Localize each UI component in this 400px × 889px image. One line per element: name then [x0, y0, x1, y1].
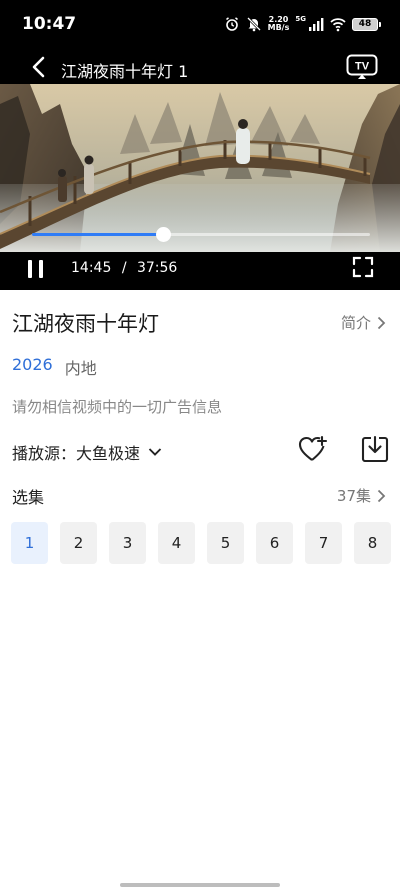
episodes-count-link[interactable]: 37集 [337, 485, 386, 506]
source-label: 播放源： [12, 444, 77, 463]
chevron-right-icon [377, 489, 386, 502]
status-time: 10:47 [22, 14, 77, 34]
status-icons: 2.20 MB/s 5G 48 [224, 14, 381, 34]
episode-button[interactable]: 4 [158, 522, 195, 564]
home-indicator[interactable] [120, 883, 280, 887]
source-select[interactable]: 大鱼极速 [76, 440, 162, 464]
back-icon[interactable] [28, 56, 50, 78]
release-year[interactable]: 2026 [12, 355, 53, 379]
episode-grid: 12345678 [11, 522, 391, 564]
intro-link[interactable]: 简介 [341, 312, 386, 333]
source-row: 播放源： 大鱼极速 [12, 440, 162, 464]
source-value: 大鱼极速 [76, 444, 141, 463]
mute-icon [246, 17, 261, 32]
video-frame[interactable] [0, 84, 400, 252]
ad-notice: 请勿相信视频中的一切广告信息 [12, 398, 223, 416]
episode-button[interactable]: 5 [207, 522, 244, 564]
video-scene-image [0, 84, 400, 252]
progress-fill [32, 233, 164, 236]
episode-button[interactable]: 2 [60, 522, 97, 564]
meta-row: 2026 内地 [12, 355, 97, 379]
progress-track[interactable] [32, 227, 370, 242]
episode-button[interactable]: 7 [305, 522, 342, 564]
time-separator: / [121, 260, 127, 276]
chevron-down-icon [148, 448, 162, 456]
episode-button[interactable]: 3 [109, 522, 146, 564]
player-controls: 14:45 / 37:56 [0, 252, 400, 290]
network-speed: 2.20 MB/s [268, 16, 290, 32]
tv-cast-icon: TV [346, 54, 378, 79]
heart-add-icon[interactable] [298, 435, 328, 463]
duration: 37:56 [136, 260, 178, 276]
episodes-count: 37集 [336, 487, 371, 505]
show-title: 江湖夜雨十年灯 [12, 312, 159, 336]
player-top-bar: 江湖夜雨十年灯 1 TV [0, 48, 400, 84]
intro-label: 简介 [340, 314, 371, 332]
signal-icon [309, 18, 324, 31]
fullscreen-icon[interactable] [352, 256, 374, 278]
tv-label: TV [355, 61, 370, 73]
tv-cast-button[interactable]: TV [346, 54, 378, 80]
current-time: 14:45 [71, 260, 112, 276]
status-bar: 10:47 2.20 MB/s 5G 48 [0, 0, 400, 48]
episode-button[interactable]: 6 [256, 522, 293, 564]
region: 内地 [64, 359, 97, 378]
battery-icon: 48 [352, 17, 381, 31]
chevron-right-icon [377, 316, 386, 329]
signal-type: 5G [295, 15, 306, 23]
pause-icon[interactable] [26, 257, 46, 281]
network-speed-unit: MB/s [267, 23, 290, 32]
wifi-icon [330, 18, 346, 32]
player-title: 江湖夜雨十年灯 1 [61, 62, 189, 81]
alarm-icon [225, 17, 238, 31]
episode-button[interactable]: 8 [354, 522, 391, 564]
episode-button[interactable]: 1 [11, 522, 48, 564]
download-icon[interactable] [361, 435, 389, 463]
time-display: 14:45 / 37:56 [71, 260, 177, 276]
episodes-heading: 选集 [12, 488, 45, 507]
